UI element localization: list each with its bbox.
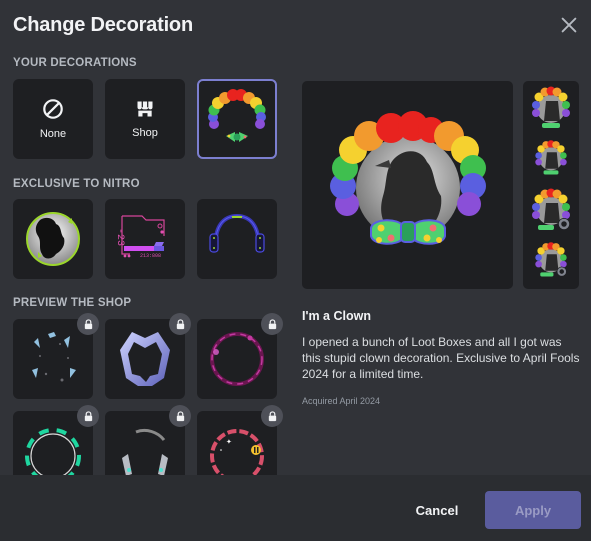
- decoration-name: I'm a Clown: [302, 309, 371, 323]
- lock-icon: [268, 410, 276, 421]
- preview-size-large: [532, 86, 570, 128]
- modal-title: Change Decoration: [13, 14, 193, 36]
- decoration-none-label: None: [39, 128, 67, 140]
- decoration-shop-label: Shop: [132, 127, 158, 139]
- close-icon: [561, 17, 577, 33]
- decoration-neon-headphones[interactable]: [197, 199, 277, 279]
- decoration-shop[interactable]: Shop: [105, 79, 185, 159]
- lock-badge: [261, 313, 283, 335]
- svg-text:213:808: 213:808: [140, 253, 161, 259]
- decoration-preview-large: [302, 81, 513, 289]
- section-exclusive-nitro: EXCLUSIVE TO NITRO: [13, 178, 140, 190]
- lock-badge: [169, 405, 191, 427]
- avatar-with-decoration-preview: [329, 111, 486, 245]
- lock-icon: [84, 410, 92, 421]
- lock-icon: [176, 318, 184, 329]
- apply-button[interactable]: Apply: [485, 491, 581, 529]
- butterflies-decoration-icon: [32, 332, 76, 382]
- cyber-hud-decoration-icon: -23 213:808: [114, 215, 165, 259]
- change-decoration-modal: Change Decoration YOUR DECORATIONS None …: [0, 0, 591, 541]
- preview-size-medium-status: [535, 242, 567, 277]
- lock-badge: [169, 313, 191, 335]
- decoration-crystal[interactable]: [105, 313, 191, 399]
- splatter-decoration-icon: [26, 212, 80, 266]
- section-your-decorations: YOUR DECORATIONS: [13, 57, 137, 69]
- lock-badge: [261, 405, 283, 427]
- lock-badge: [77, 405, 99, 427]
- clown-decoration-icon: [208, 89, 266, 142]
- decoration-acquired-date: Acquired April 2024: [302, 396, 381, 406]
- lock-badge: [77, 313, 99, 335]
- cancel-button[interactable]: Cancel: [406, 491, 468, 529]
- none-icon: [43, 99, 63, 119]
- crystal-decoration-icon: [120, 332, 170, 386]
- decoration-clown-selected[interactable]: [197, 79, 277, 159]
- svg-text:✦: ✦: [226, 438, 232, 446]
- decoration-none[interactable]: None: [13, 79, 93, 159]
- lock-icon: [268, 318, 276, 329]
- section-preview-shop: PREVIEW THE SHOP: [13, 297, 132, 309]
- svg-text:-23: -23: [114, 228, 125, 246]
- decoration-preview-sizes: [523, 81, 579, 289]
- preview-size-large-status: [532, 188, 570, 230]
- decoration-splatter[interactable]: [13, 199, 93, 279]
- close-button[interactable]: [558, 14, 580, 36]
- magenta-flame-decoration-icon: [210, 332, 264, 386]
- decoration-butterflies[interactable]: [13, 313, 99, 399]
- decoration-magenta-flame[interactable]: [197, 313, 283, 399]
- preview-size-medium: [535, 140, 567, 175]
- decoration-cyber-hud[interactable]: -23 213:808: [105, 199, 185, 279]
- shop-icon: [137, 101, 153, 117]
- bowtie: [369, 219, 446, 245]
- lock-icon: [176, 410, 184, 421]
- lock-icon: [84, 318, 92, 329]
- decoration-description: I opened a bunch of Loot Boxes and all I…: [302, 335, 580, 381]
- neon-headphones-decoration-icon: [209, 213, 265, 253]
